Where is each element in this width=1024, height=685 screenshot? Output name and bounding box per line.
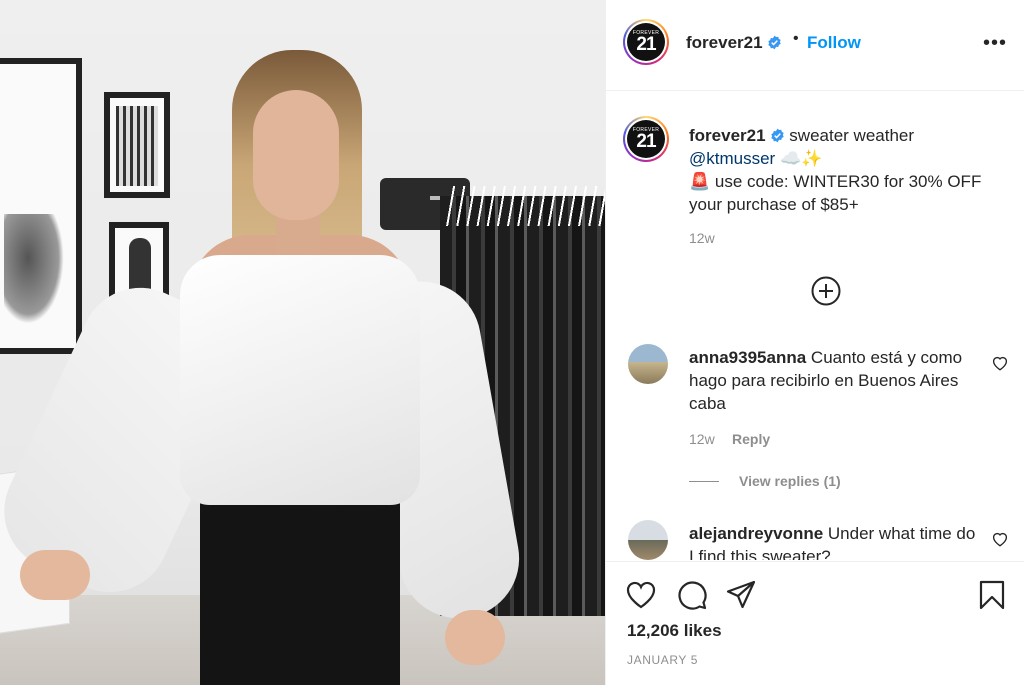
heart-icon[interactable] <box>991 530 1009 548</box>
header-separator: • <box>793 30 799 47</box>
commenter-avatar[interactable] <box>628 520 668 560</box>
view-replies-button[interactable]: View replies (1) <box>689 473 841 489</box>
commenter-username[interactable]: anna9395anna <box>689 348 806 367</box>
caption-username[interactable]: forever21 <box>689 126 766 145</box>
likes-count[interactable]: 12,206 likes <box>627 621 722 641</box>
verified-badge-icon <box>770 128 784 143</box>
caption-author-avatar[interactable]: FOREVER 21 <box>623 116 669 162</box>
more-options-icon[interactable]: ••• <box>983 32 1007 55</box>
author-username[interactable]: forever21 <box>686 33 782 53</box>
avatar-logo-number: 21 <box>636 34 656 55</box>
commenter-username[interactable]: alejandreyvonne <box>689 524 823 543</box>
replies-divider <box>689 480 719 482</box>
follow-button[interactable]: Follow <box>807 33 861 53</box>
heart-icon[interactable] <box>625 579 657 611</box>
comment-text: anna9395anna Cuanto está y como hago par… <box>689 346 979 415</box>
caption-emoji: ☁️✨ <box>779 149 823 168</box>
caption-line1: sweater weather <box>789 126 915 145</box>
post-sidebar: FOREVER 21 forever21 • Follow ••• FOREVE… <box>605 0 1024 685</box>
commenter-avatar[interactable] <box>628 344 668 384</box>
avatar-logo-number: 21 <box>636 131 656 152</box>
verified-badge-icon <box>767 35 781 50</box>
caption-mention-link[interactable]: @ktmusser <box>689 149 775 168</box>
author-username-text[interactable]: forever21 <box>686 33 763 52</box>
bookmark-icon[interactable] <box>976 579 1008 611</box>
reply-button[interactable]: Reply <box>732 431 770 447</box>
plus-circle-icon[interactable] <box>811 276 841 306</box>
post-date[interactable]: JANUARY 5 <box>627 653 698 667</box>
alarm-emoji: 🚨 <box>689 172 711 191</box>
caption-timestamp[interactable]: 12w <box>689 230 715 246</box>
author-avatar[interactable]: FOREVER 21 <box>623 19 669 65</box>
comment-text: alejandreyvonne Under what time do I fin… <box>689 522 979 560</box>
comment-timestamp[interactable]: 12w <box>689 431 715 447</box>
heart-icon[interactable] <box>991 354 1009 372</box>
post-actions: 12,206 likes JANUARY 5 <box>606 561 1024 685</box>
post-header: FOREVER 21 forever21 • Follow ••• <box>606 0 1024 91</box>
comments-list[interactable]: FOREVER 21 forever21 sweater weather @kt… <box>606 92 1024 560</box>
model-figure <box>0 50 529 685</box>
post-photo[interactable] <box>0 0 605 685</box>
paper-plane-icon[interactable] <box>725 579 757 611</box>
caption-line2: use code: WINTER30 for 30% OFF your purc… <box>689 172 982 214</box>
comment-bubble-icon[interactable] <box>676 579 708 611</box>
view-replies-label[interactable]: View replies (1) <box>739 473 841 489</box>
caption-text: forever21 sweater weather @ktmusser ☁️✨ … <box>689 124 1009 216</box>
